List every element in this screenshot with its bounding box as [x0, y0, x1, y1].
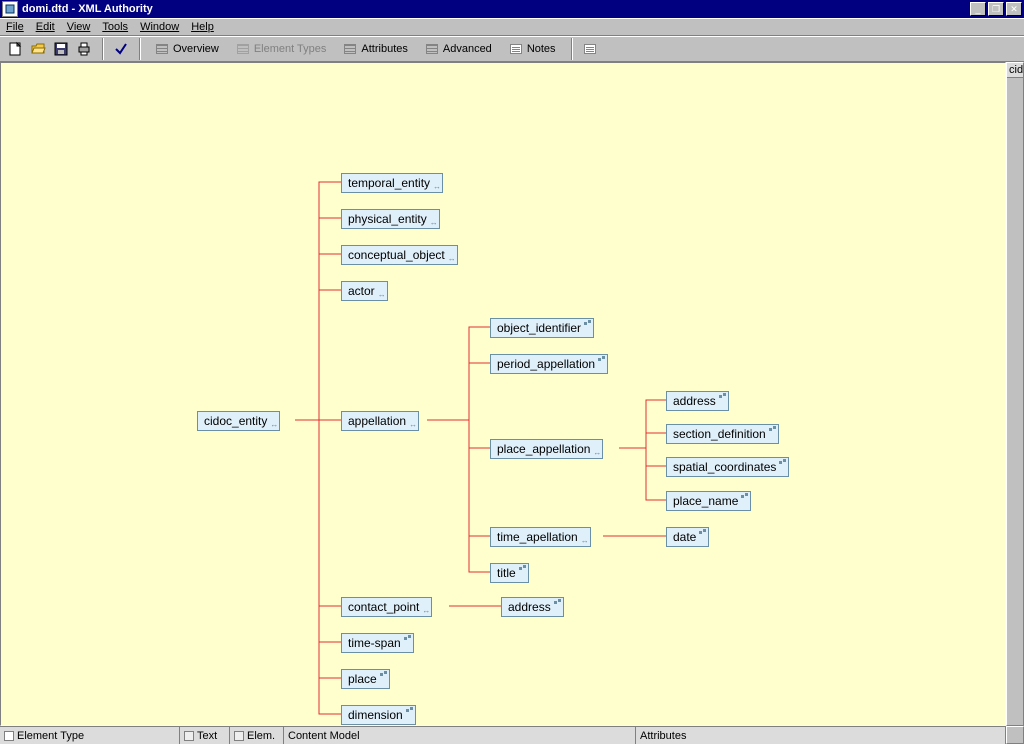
- node-place_appellation[interactable]: place_appellation↔: [490, 439, 603, 459]
- document-button[interactable]: [579, 38, 601, 60]
- marker-icon: [380, 671, 388, 679]
- marker-icon: [519, 565, 527, 573]
- grid-icon: [237, 44, 249, 54]
- node-period_appellation[interactable]: period_appellation: [490, 354, 608, 374]
- node-actor[interactable]: actor↔: [341, 281, 388, 301]
- node-appellation[interactable]: appellation↔: [341, 411, 419, 431]
- marker-icon: [598, 356, 606, 364]
- vertical-scrollbar[interactable]: cido: [1006, 62, 1024, 726]
- menu-bar: File Edit View Tools Window Help: [0, 18, 1024, 36]
- title-bar: domi.dtd - XML Authority _ ❐ ✕: [0, 0, 1024, 18]
- tab-advanced[interactable]: Advanced: [417, 38, 501, 60]
- node-contact_point[interactable]: contact_point↔: [341, 597, 432, 617]
- node-time-span[interactable]: time-span: [341, 633, 414, 653]
- expand-icon[interactable]: ↔: [409, 421, 417, 429]
- new-button[interactable]: [4, 38, 26, 60]
- expand-icon[interactable]: ↔: [270, 421, 278, 429]
- node-section_definition[interactable]: section_definition: [666, 424, 779, 444]
- menu-tools[interactable]: Tools: [102, 21, 128, 33]
- grid-icon: [156, 44, 168, 54]
- node-cidoc_entity[interactable]: cidoc_entity↔: [197, 411, 280, 431]
- node-conceptual_object[interactable]: conceptual_object↔: [341, 245, 458, 265]
- toolbar: Overview Element Types Attributes Advanc…: [0, 36, 1024, 62]
- workspace: cidoc_entity↔ temporal_entity↔ physical_en…: [0, 62, 1024, 744]
- menu-help[interactable]: Help: [191, 21, 214, 33]
- page-icon: [584, 44, 596, 54]
- marker-icon: [719, 393, 727, 401]
- marker-icon: [554, 599, 562, 607]
- expand-icon[interactable]: ↔: [430, 219, 438, 227]
- marker-icon: [404, 635, 412, 643]
- col-text[interactable]: Text: [180, 727, 230, 744]
- tree-connectors: [1, 63, 1005, 725]
- node-title[interactable]: title: [490, 563, 529, 583]
- open-button[interactable]: [27, 38, 49, 60]
- node-time_apellation[interactable]: time_apellation↔: [490, 527, 591, 547]
- node-place[interactable]: place: [341, 669, 390, 689]
- menu-edit[interactable]: Edit: [36, 21, 55, 33]
- col-element-type[interactable]: Element Type: [0, 727, 180, 744]
- scroll-corner: [1006, 726, 1024, 744]
- doc-icon: [4, 731, 14, 741]
- save-button[interactable]: [50, 38, 72, 60]
- tab-notes[interactable]: Notes: [501, 38, 565, 60]
- expand-icon[interactable]: ↔: [433, 183, 441, 191]
- minimize-button[interactable]: _: [970, 2, 986, 16]
- close-button[interactable]: ✕: [1006, 2, 1022, 16]
- window-title: domi.dtd - XML Authority: [22, 3, 968, 15]
- side-panel-label: cido: [1007, 63, 1023, 78]
- status-bar: Element Type Text Elem. Content Model At…: [0, 726, 1006, 744]
- elem-icon: [234, 731, 244, 741]
- expand-icon[interactable]: ↔: [593, 449, 601, 457]
- text-icon: [184, 731, 194, 741]
- node-address[interactable]: address: [666, 391, 729, 411]
- diagram-canvas[interactable]: cidoc_entity↔ temporal_entity↔ physical_en…: [0, 62, 1006, 726]
- menu-view[interactable]: View: [67, 21, 91, 33]
- node-address2[interactable]: address: [501, 597, 564, 617]
- col-attributes[interactable]: Attributes: [636, 727, 1006, 744]
- grid-icon: [426, 44, 438, 54]
- marker-icon: [779, 459, 787, 467]
- validate-button[interactable]: [110, 38, 132, 60]
- col-elem[interactable]: Elem.: [230, 727, 284, 744]
- expand-icon[interactable]: ↔: [581, 537, 589, 545]
- node-date[interactable]: date: [666, 527, 709, 547]
- maximize-button[interactable]: ❐: [988, 2, 1004, 16]
- expand-icon[interactable]: ↔: [422, 607, 430, 615]
- marker-icon: [769, 426, 777, 434]
- node-physical_entity[interactable]: physical_entity↔: [341, 209, 440, 229]
- col-content-model[interactable]: Content Model: [284, 727, 636, 744]
- expand-icon[interactable]: ↔: [448, 255, 456, 263]
- tab-overview[interactable]: Overview: [147, 38, 228, 60]
- node-dimension[interactable]: dimension: [341, 705, 416, 725]
- node-place_name[interactable]: place_name: [666, 491, 751, 511]
- menu-window[interactable]: Window: [140, 21, 179, 33]
- app-icon: [2, 1, 18, 17]
- menu-file[interactable]: File: [6, 21, 24, 33]
- marker-icon: [699, 529, 707, 537]
- grid-icon: [344, 44, 356, 54]
- expand-icon[interactable]: ↔: [378, 291, 386, 299]
- page-icon: [510, 44, 522, 54]
- print-button[interactable]: [73, 38, 95, 60]
- node-spatial_coordinates[interactable]: spatial_coordinates: [666, 457, 789, 477]
- node-temporal_entity[interactable]: temporal_entity↔: [341, 173, 443, 193]
- marker-icon: [406, 707, 414, 715]
- marker-icon: [741, 493, 749, 501]
- tab-attributes[interactable]: Attributes: [335, 38, 416, 60]
- marker-icon: [584, 320, 592, 328]
- node-object_identifier[interactable]: object_identifier: [490, 318, 594, 338]
- tab-element-types[interactable]: Element Types: [228, 38, 336, 60]
